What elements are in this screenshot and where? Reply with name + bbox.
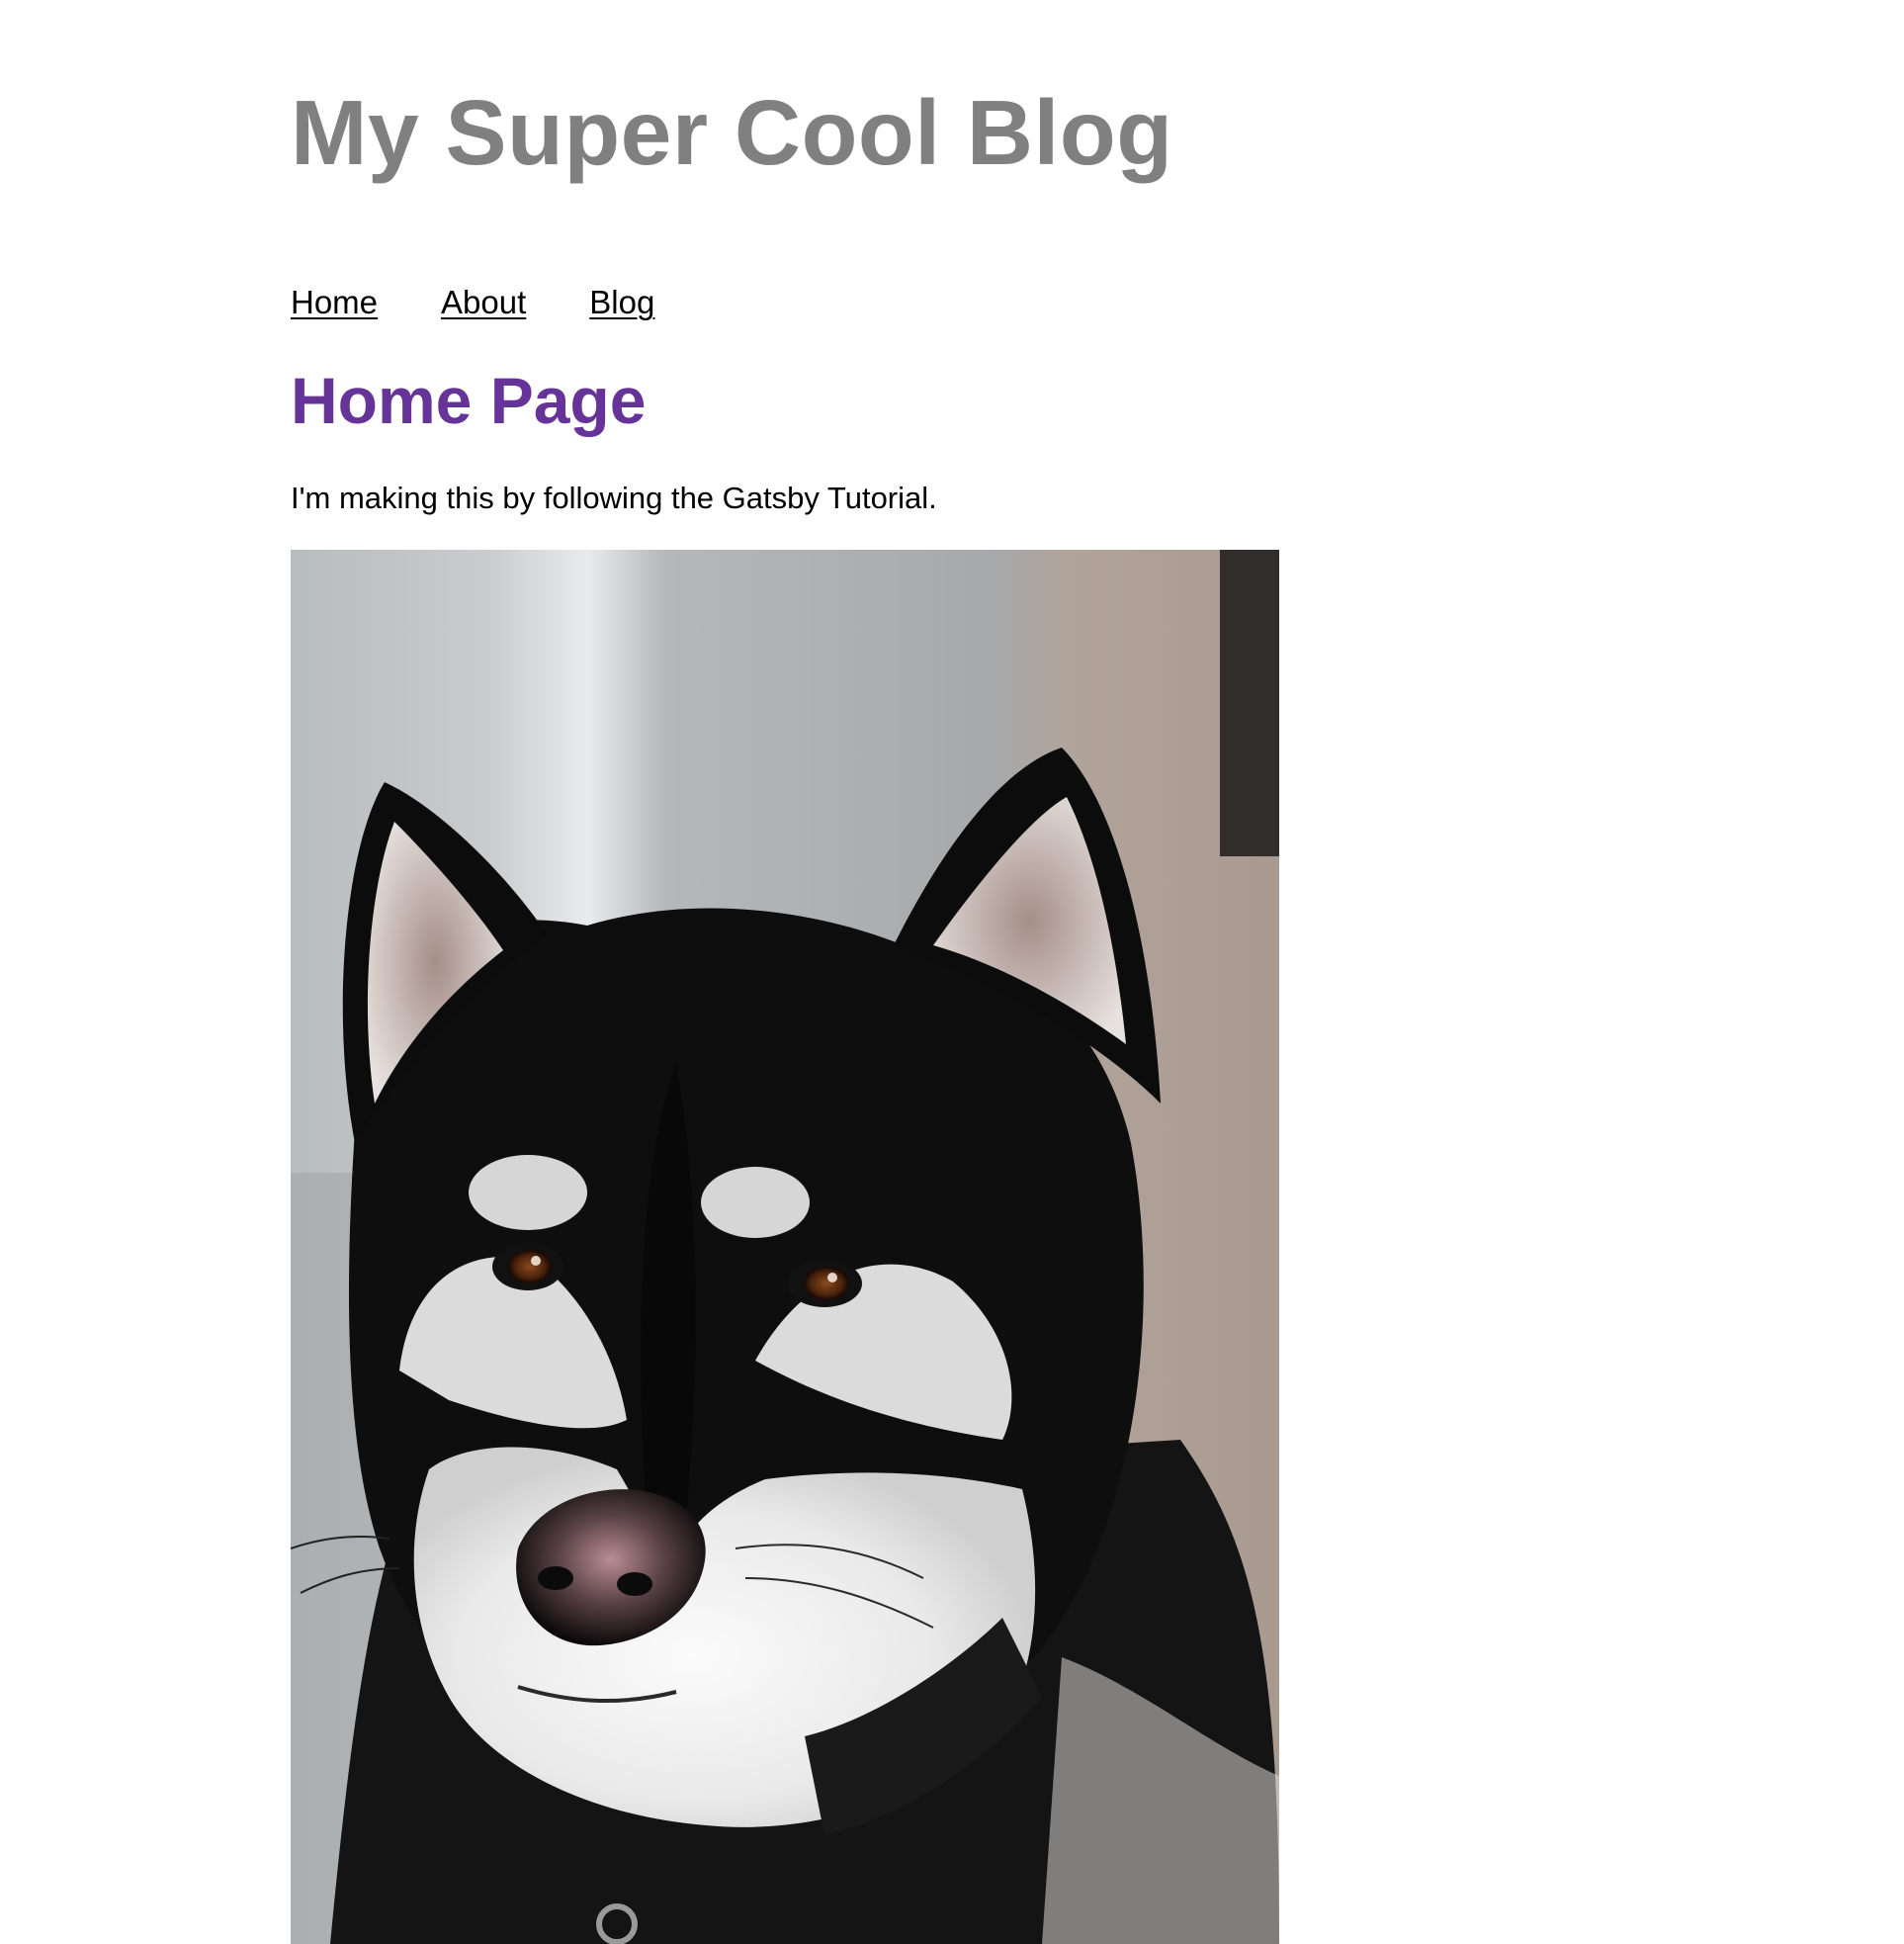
husky-dog-photo	[291, 550, 1279, 1944]
page-heading: Home Page	[291, 364, 647, 437]
site-title: My Super Cool Blog	[291, 81, 1173, 184]
nav-link-home[interactable]: Home	[291, 283, 378, 322]
intro-paragraph: I'm making this by following the Gatsby …	[291, 481, 937, 515]
nav-link-about[interactable]: About	[441, 283, 526, 322]
main-nav: Home About Blog	[291, 283, 654, 322]
nav-link-blog[interactable]: Blog	[589, 283, 654, 322]
